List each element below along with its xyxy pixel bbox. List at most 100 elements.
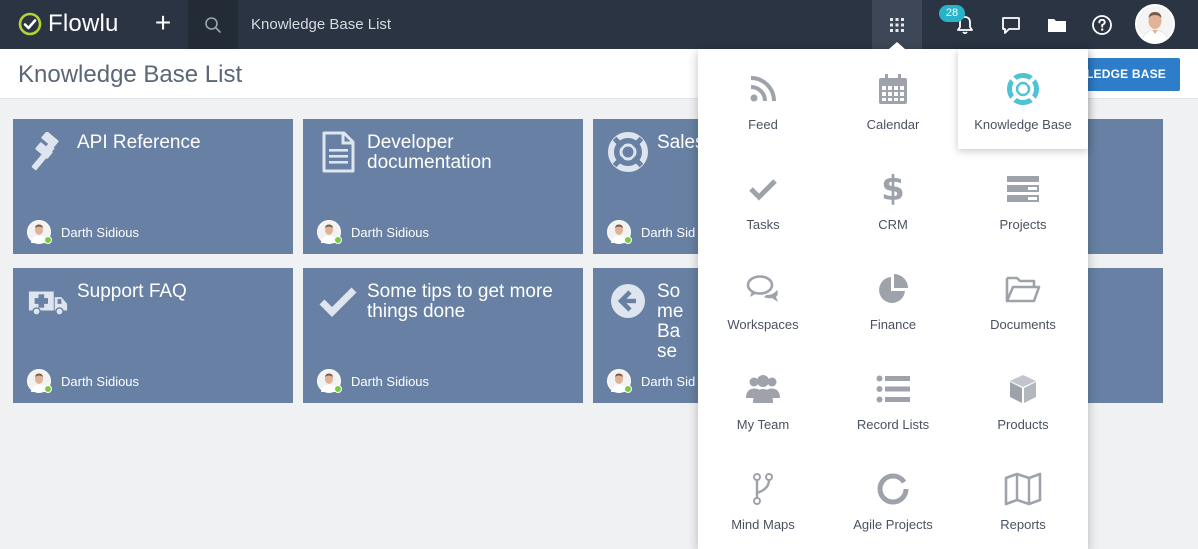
app-crm[interactable]: $ CRM (828, 149, 958, 249)
lifebuoy-icon (1003, 71, 1043, 107)
folder-open-icon (1003, 271, 1043, 307)
app-label: Products (997, 417, 1049, 432)
chat-icon (1002, 17, 1020, 34)
app-label: Reports (1000, 517, 1046, 532)
folder-icon (1048, 19, 1066, 32)
add-icon[interactable]: + (146, 8, 180, 40)
pie-chart-icon (873, 271, 913, 307)
card-author: Darth Sidious (27, 369, 139, 393)
author-avatar (27, 369, 52, 393)
author-avatar (317, 220, 342, 244)
author-name[interactable]: Darth Sid (641, 374, 695, 389)
app-products[interactable]: Products (958, 349, 1088, 449)
app-record-lists[interactable]: Record Lists (828, 349, 958, 449)
app-workspaces[interactable]: Workspaces (698, 249, 828, 349)
app-label: Agile Projects (853, 517, 933, 532)
check-icon (743, 171, 783, 207)
kb-card-tips[interactable]: Some tips to get more things done Darth … (303, 268, 583, 403)
user-avatar[interactable] (1135, 4, 1175, 44)
logo-text: Flowlu (48, 10, 119, 37)
card-author: Darth Sid (607, 220, 695, 244)
kb-card-api-reference[interactable]: API Reference Darth Sidious (13, 119, 293, 254)
page-title: Knowledge Base List (18, 61, 243, 88)
online-status-dot (624, 385, 632, 393)
search-button[interactable] (188, 0, 238, 49)
avatar-photo (1137, 6, 1173, 42)
messages-button[interactable] (998, 12, 1024, 38)
search-icon (205, 16, 221, 33)
calendar-icon (873, 71, 913, 107)
online-status-dot (334, 385, 342, 393)
ring-icon (873, 471, 913, 507)
breadcrumb: Knowledge Base List (251, 16, 392, 33)
app-knowledge-base[interactable]: Knowledge Base (958, 49, 1088, 149)
dollar-icon: $ (881, 169, 905, 209)
gavel-icon (27, 131, 69, 173)
kb-card-developer-documentation[interactable]: Developer documentation Darth Sidious (303, 119, 583, 254)
app-label: Documents (990, 317, 1056, 332)
author-name[interactable]: Darth Sidious (61, 225, 139, 240)
app-mind-maps[interactable]: Mind Maps (698, 449, 828, 549)
card-title: API Reference (77, 132, 201, 153)
card-author: Darth Sid (607, 369, 695, 393)
list-icon (873, 371, 913, 407)
document-icon (317, 131, 359, 173)
app-label: Knowledge Base (974, 117, 1072, 132)
map-icon (1003, 471, 1043, 507)
app-label: My Team (736, 417, 790, 432)
logo[interactable]: Flowlu (18, 10, 119, 37)
kb-card-support-faq[interactable]: Support FAQ Darth Sidious (13, 268, 293, 403)
card-title: Developer documentation (367, 132, 492, 173)
rss-icon (743, 71, 783, 107)
card-author: Darth Sidious (27, 220, 139, 244)
app-documents[interactable]: Documents (958, 249, 1088, 349)
app-tasks[interactable]: Tasks (698, 149, 828, 249)
app-label: Finance (869, 317, 917, 332)
chat-bubbles-icon (743, 271, 783, 307)
app-calendar[interactable]: Calendar (828, 49, 958, 149)
author-name[interactable]: Darth Sidious (61, 374, 139, 389)
app-agile-projects[interactable]: Agile Projects (828, 449, 958, 549)
card-title: Some tips to get more things done (367, 281, 553, 322)
app-label: Tasks (746, 217, 780, 232)
author-name[interactable]: Darth Sidious (351, 225, 429, 240)
author-avatar (607, 220, 632, 244)
online-status-dot (44, 236, 52, 244)
author-avatar (27, 220, 52, 244)
app-label: Workspaces (727, 317, 799, 332)
app-finance[interactable]: Finance (828, 249, 958, 349)
cube-icon (1003, 371, 1043, 407)
online-status-dot (334, 236, 342, 244)
app-label: Feed (748, 117, 778, 132)
app-label: Projects (999, 217, 1047, 232)
files-button[interactable] (1044, 12, 1070, 38)
card-author: Darth Sidious (317, 369, 429, 393)
arrow-left-icon (607, 280, 649, 322)
app-feed[interactable]: Feed (698, 49, 828, 149)
top-bar: Flowlu + Knowledge Base List 28 (0, 0, 1198, 49)
help-icon (1092, 15, 1112, 35)
author-name[interactable]: Darth Sid (641, 225, 695, 240)
logo-check-icon (18, 12, 42, 36)
team-icon (743, 371, 783, 407)
app-label: Calendar (866, 117, 920, 132)
author-avatar (607, 369, 632, 393)
app-my-team[interactable]: My Team (698, 349, 828, 449)
dropdown-caret (889, 42, 905, 49)
card-author: Darth Sidious (317, 220, 429, 244)
apps-grid-icon (890, 17, 904, 32)
ambulance-icon (27, 280, 69, 322)
card-title: Support FAQ (77, 281, 187, 302)
help-button[interactable] (1089, 12, 1115, 38)
check-icon (317, 280, 359, 322)
app-reports[interactable]: Reports (958, 449, 1088, 549)
app-label: Mind Maps (731, 517, 795, 532)
online-status-dot (44, 385, 52, 393)
lifebuoy-icon (607, 131, 649, 173)
online-status-dot (624, 236, 632, 244)
author-name[interactable]: Darth Sidious (351, 374, 429, 389)
card-title: Some Base (657, 282, 684, 362)
app-label: CRM (878, 217, 908, 232)
notification-badge: 28 (939, 5, 965, 22)
app-projects[interactable]: Projects (958, 149, 1088, 249)
